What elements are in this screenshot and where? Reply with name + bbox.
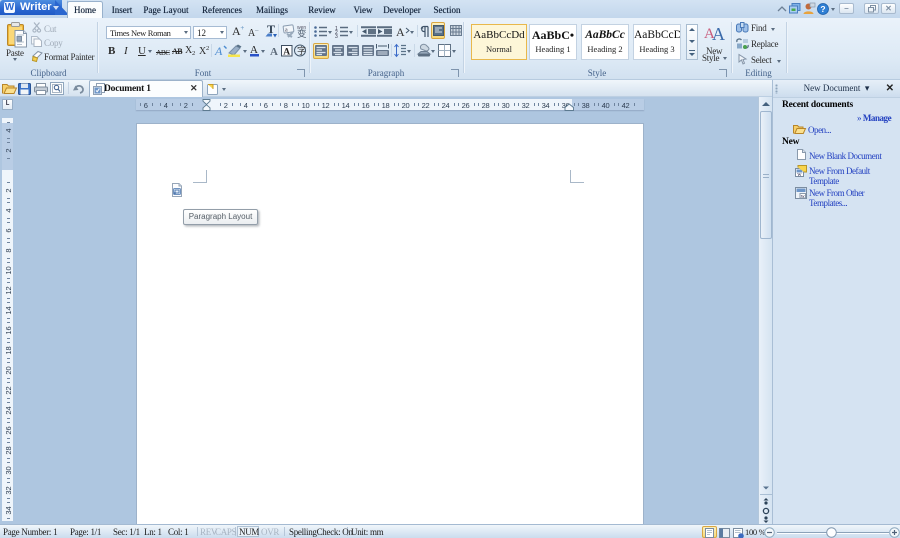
svg-text:w: w xyxy=(801,194,805,200)
svg-text:A: A xyxy=(283,48,290,58)
svg-text:?: ? xyxy=(820,4,825,14)
svg-text:3: 3 xyxy=(335,34,338,40)
svg-text:变: 变 xyxy=(297,28,307,40)
svg-text:w: w xyxy=(797,172,802,178)
svg-text:A: A xyxy=(270,46,278,58)
svg-text:A: A xyxy=(214,44,223,58)
svg-text:A: A xyxy=(396,25,405,39)
svg-text:a: a xyxy=(285,28,288,34)
svg-text:A: A xyxy=(712,24,725,44)
svg-text:字: 字 xyxy=(297,45,306,56)
